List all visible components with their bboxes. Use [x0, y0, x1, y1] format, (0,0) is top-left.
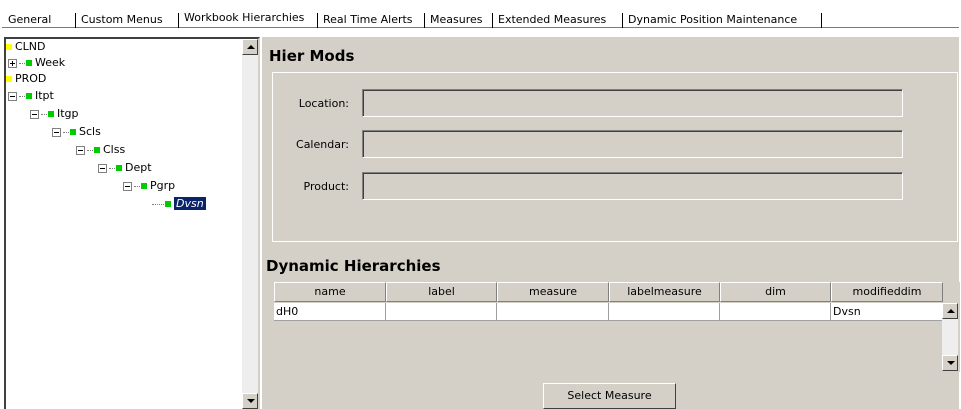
tab-bar: General Custom Menus Workbook Hierarchie…	[2, 0, 959, 28]
green-node-icon	[141, 183, 147, 189]
expand-plus-icon[interactable]	[8, 58, 17, 68]
hier-mods-title: Hier Mods	[269, 47, 355, 65]
tree-node-dvsn[interactable]: Dvsn	[152, 197, 206, 211]
green-node-icon	[48, 111, 54, 117]
tab-divider	[178, 13, 179, 28]
table-cell-label[interactable]	[386, 303, 497, 321]
tree-connector	[19, 62, 25, 64]
scroll-up-button[interactable]	[942, 303, 958, 319]
tree-node-itpt[interactable]: Itpt	[8, 89, 54, 103]
column-header-name[interactable]: name	[274, 282, 386, 302]
select-measure-button[interactable]: Select Measure	[543, 383, 676, 409]
table-scrollbar[interactable]	[942, 303, 958, 371]
scroll-down-button[interactable]	[242, 393, 258, 409]
calendar-field[interactable]	[362, 130, 903, 158]
column-header-dim[interactable]: dim	[720, 282, 831, 302]
tab-divider	[622, 13, 623, 28]
green-node-icon	[116, 165, 122, 171]
tab-workbook-hierarchies[interactable]: Workbook Hierarchies	[181, 12, 307, 26]
column-header-measure[interactable]: measure	[497, 282, 609, 302]
dynamic-hierarchies-table[interactable]: name label measure labelmeasure dim modi…	[274, 282, 960, 372]
arrow-up-icon	[947, 309, 955, 313]
tab-general[interactable]: General	[5, 14, 54, 28]
collapse-minus-icon[interactable]	[76, 145, 85, 155]
arrow-down-icon	[247, 399, 255, 403]
tab-divider	[492, 13, 493, 28]
location-field[interactable]	[362, 89, 903, 117]
tab-divider	[821, 13, 822, 28]
tree-connector	[63, 131, 69, 133]
collapse-minus-icon[interactable]	[30, 109, 39, 119]
collapse-minus-icon[interactable]	[98, 163, 107, 173]
arrow-up-icon	[247, 45, 255, 49]
tab-divider	[317, 13, 318, 28]
hierarchy-tree[interactable]: CLND Week PROD Itpt Itgp Scls Clss Dept …	[4, 37, 260, 409]
tab-divider	[75, 13, 76, 28]
tree-node-clss[interactable]: Clss	[76, 143, 125, 157]
calendar-label: Calendar:	[296, 138, 349, 151]
location-label: Location:	[298, 97, 349, 110]
product-label: Product:	[303, 180, 349, 193]
tree-node-prod[interactable]: PROD	[6, 72, 46, 86]
scroll-down-button[interactable]	[942, 355, 958, 371]
green-node-icon	[94, 147, 100, 153]
dynamic-hierarchies-title: Dynamic Hierarchies	[266, 257, 441, 275]
column-header-labelmeasure[interactable]: labelmeasure	[609, 282, 720, 302]
collapse-minus-icon[interactable]	[8, 91, 17, 101]
green-node-icon	[70, 129, 76, 135]
tree-connector	[134, 185, 140, 187]
tree-node-dept[interactable]: Dept	[98, 161, 152, 175]
yellow-node-icon	[6, 76, 12, 82]
tab-real-time-alerts[interactable]: Real Time Alerts	[320, 14, 416, 28]
green-node-icon	[26, 60, 32, 66]
tree-connector	[152, 203, 164, 205]
green-node-icon	[165, 201, 171, 207]
tree-node-clnd[interactable]: CLND	[6, 40, 46, 54]
tree-node-pgrp[interactable]: Pgrp	[123, 179, 175, 193]
hierarchy-detail-panel: Hier Mods Location: Calendar: Product: D…	[261, 37, 960, 409]
table-cell-measure[interactable]	[497, 303, 609, 321]
tab-measures[interactable]: Measures	[427, 14, 485, 28]
tree-node-itgp[interactable]: Itgp	[30, 107, 79, 121]
tree-scrollbar[interactable]	[242, 39, 258, 409]
tab-extended-measures[interactable]: Extended Measures	[495, 14, 609, 28]
collapse-minus-icon[interactable]	[52, 127, 61, 137]
scroll-up-button[interactable]	[242, 39, 258, 55]
tree-connector	[41, 113, 47, 115]
tree-connector	[87, 149, 93, 151]
green-node-icon	[26, 93, 32, 99]
tab-divider	[424, 13, 425, 28]
hier-mods-group: Location: Calendar: Product:	[272, 72, 958, 242]
table-cell-name[interactable]: dH0	[274, 303, 386, 321]
column-header-modifieddim[interactable]: modifieddim	[831, 282, 943, 302]
tree-connector	[109, 167, 115, 169]
product-field[interactable]	[362, 172, 903, 200]
column-header-label[interactable]: label	[386, 282, 497, 302]
tree-node-week[interactable]: Week	[8, 56, 65, 70]
arrow-down-icon	[947, 361, 955, 365]
table-cell-dim[interactable]	[720, 303, 831, 321]
tree-node-scls[interactable]: Scls	[52, 125, 101, 139]
table-cell-labelmeasure[interactable]	[609, 303, 720, 321]
tab-dynamic-position-maintenance[interactable]: Dynamic Position Maintenance	[625, 14, 800, 28]
collapse-minus-icon[interactable]	[123, 181, 132, 191]
yellow-node-icon	[6, 44, 12, 50]
tree-connector	[19, 95, 25, 97]
table-cell-modifieddim[interactable]: Dvsn	[831, 303, 943, 321]
tab-custom-menus[interactable]: Custom Menus	[78, 14, 166, 28]
